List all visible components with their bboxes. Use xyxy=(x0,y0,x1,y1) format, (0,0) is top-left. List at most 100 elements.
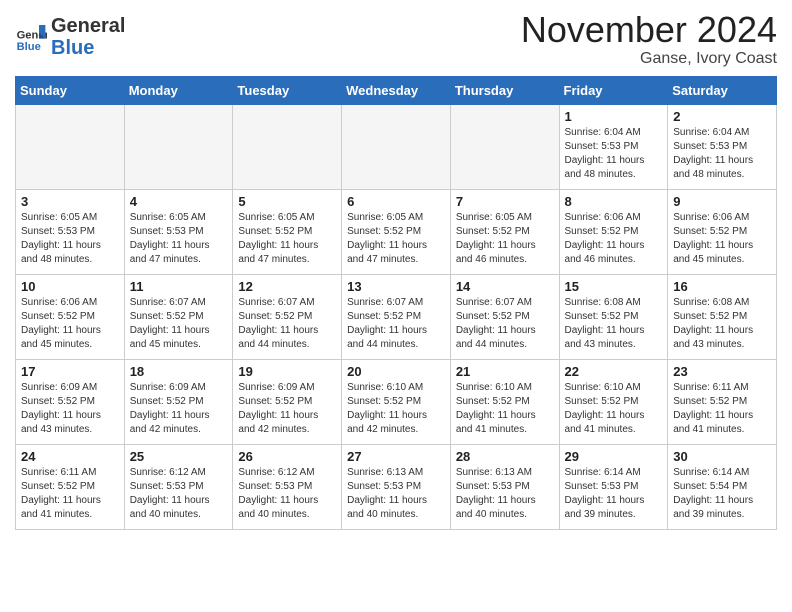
calendar-header-wednesday: Wednesday xyxy=(342,76,451,104)
day-info: Sunrise: 6:07 AM Sunset: 5:52 PM Dayligh… xyxy=(347,296,445,352)
day-number: 16 xyxy=(673,279,771,294)
day-number: 27 xyxy=(347,449,445,464)
day-info: Sunrise: 6:12 AM Sunset: 5:53 PM Dayligh… xyxy=(130,466,228,522)
calendar-cell: 30 Sunrise: 6:14 AM Sunset: 5:54 PM Dayli… xyxy=(668,444,777,529)
calendar-cell: 19Sunrise: 6:09 AM Sunset: 5:52 PM Dayli… xyxy=(233,359,342,444)
day-info: Sunrise: 6:06 AM Sunset: 5:52 PM Dayligh… xyxy=(565,211,663,267)
day-info: Sunrise: 6:13 AM Sunset: 5:53 PM Dayligh… xyxy=(347,466,445,522)
calendar-cell: 13 Sunrise: 6:07 AM Sunset: 5:52 PM Dayli… xyxy=(342,274,451,359)
logo-text: General Blue xyxy=(51,15,125,59)
calendar-cell: 15 Sunrise: 6:08 AM Sunset: 5:52 PM Dayli… xyxy=(559,274,668,359)
month-title: November 2024 xyxy=(521,10,777,50)
calendar-week-1: 3Sunrise: 6:05 AM Sunset: 5:53 PM Daylig… xyxy=(16,189,777,274)
calendar-header-row: SundayMondayTuesdayWednesdayThursdayFrid… xyxy=(16,76,777,104)
svg-text:Blue: Blue xyxy=(17,41,41,53)
calendar-cell: 2 Sunrise: 6:04 AM Sunset: 5:53 PM Daylig… xyxy=(668,104,777,189)
calendar-header-sunday: Sunday xyxy=(16,76,125,104)
day-number: 6 xyxy=(347,194,445,209)
calendar-cell: 7 Sunrise: 6:05 AM Sunset: 5:52 PM Daylig… xyxy=(450,189,559,274)
calendar-cell: 4 Sunrise: 6:05 AM Sunset: 5:53 PM Daylig… xyxy=(124,189,233,274)
day-number: 17 xyxy=(21,364,119,379)
title-area: November 2024 Ganse, Ivory Coast xyxy=(521,10,777,68)
day-info: Sunrise: 6:04 AM Sunset: 5:53 PM Dayligh… xyxy=(673,126,771,182)
day-info: Sunrise: 6:05 AM Sunset: 5:52 PM Dayligh… xyxy=(238,211,336,267)
day-number: 4 xyxy=(130,194,228,209)
day-number: 7 xyxy=(456,194,554,209)
day-number: 25 xyxy=(130,449,228,464)
day-number: 21 xyxy=(456,364,554,379)
day-info: Sunrise: 6:07 AM Sunset: 5:52 PM Dayligh… xyxy=(238,296,336,352)
day-info: Sunrise: 6:06 AM Sunset: 5:52 PM Dayligh… xyxy=(673,211,771,267)
calendar: SundayMondayTuesdayWednesdayThursdayFrid… xyxy=(15,76,777,530)
calendar-cell: 25 Sunrise: 6:12 AM Sunset: 5:53 PM Dayli… xyxy=(124,444,233,529)
calendar-header-monday: Monday xyxy=(124,76,233,104)
calendar-header-friday: Friday xyxy=(559,76,668,104)
day-info: Sunrise: 6:05 AM Sunset: 5:53 PM Dayligh… xyxy=(130,211,228,267)
calendar-cell: 21Sunrise: 6:10 AM Sunset: 5:52 PM Dayli… xyxy=(450,359,559,444)
day-info: Sunrise: 6:13 AM Sunset: 5:53 PM Dayligh… xyxy=(456,466,554,522)
day-number: 8 xyxy=(565,194,663,209)
calendar-cell: 12 Sunrise: 6:07 AM Sunset: 5:52 PM Dayli… xyxy=(233,274,342,359)
calendar-cell: 5 Sunrise: 6:05 AM Sunset: 5:52 PM Daylig… xyxy=(233,189,342,274)
calendar-cell: 24Sunrise: 6:11 AM Sunset: 5:52 PM Dayli… xyxy=(16,444,125,529)
day-number: 23 xyxy=(673,364,771,379)
calendar-header-thursday: Thursday xyxy=(450,76,559,104)
calendar-cell: 18Sunrise: 6:09 AM Sunset: 5:52 PM Dayli… xyxy=(124,359,233,444)
day-info: Sunrise: 6:08 AM Sunset: 5:52 PM Dayligh… xyxy=(565,296,663,352)
calendar-cell xyxy=(450,104,559,189)
calendar-cell: 3Sunrise: 6:05 AM Sunset: 5:53 PM Daylig… xyxy=(16,189,125,274)
page: General Blue General Blue November 2024 … xyxy=(0,0,792,545)
day-info: Sunrise: 6:10 AM Sunset: 5:52 PM Dayligh… xyxy=(565,381,663,437)
day-number: 15 xyxy=(565,279,663,294)
day-info: Sunrise: 6:11 AM Sunset: 5:52 PM Dayligh… xyxy=(21,466,119,522)
calendar-cell: 14Sunrise: 6:07 AM Sunset: 5:52 PM Dayli… xyxy=(450,274,559,359)
day-number: 14 xyxy=(456,279,554,294)
day-number: 2 xyxy=(673,109,771,124)
calendar-week-0: 1Sunrise: 6:04 AM Sunset: 5:53 PM Daylig… xyxy=(16,104,777,189)
calendar-cell: 22 Sunrise: 6:10 AM Sunset: 5:52 PM Dayli… xyxy=(559,359,668,444)
day-number: 29 xyxy=(565,449,663,464)
day-info: Sunrise: 6:09 AM Sunset: 5:52 PM Dayligh… xyxy=(130,381,228,437)
location-title: Ganse, Ivory Coast xyxy=(521,50,777,68)
calendar-cell: 20 Sunrise: 6:10 AM Sunset: 5:52 PM Dayli… xyxy=(342,359,451,444)
day-info: Sunrise: 6:06 AM Sunset: 5:52 PM Dayligh… xyxy=(21,296,119,352)
calendar-cell: 26Sunrise: 6:12 AM Sunset: 5:53 PM Dayli… xyxy=(233,444,342,529)
day-info: Sunrise: 6:14 AM Sunset: 5:54 PM Dayligh… xyxy=(673,466,771,522)
calendar-cell: 29 Sunrise: 6:14 AM Sunset: 5:53 PM Dayli… xyxy=(559,444,668,529)
logo-blue: Blue xyxy=(51,37,94,59)
calendar-cell: 27 Sunrise: 6:13 AM Sunset: 5:53 PM Dayli… xyxy=(342,444,451,529)
day-info: Sunrise: 6:05 AM Sunset: 5:52 PM Dayligh… xyxy=(456,211,554,267)
calendar-cell: 11Sunrise: 6:07 AM Sunset: 5:52 PM Dayli… xyxy=(124,274,233,359)
calendar-week-2: 10 Sunrise: 6:06 AM Sunset: 5:52 PM Dayli… xyxy=(16,274,777,359)
day-info: Sunrise: 6:05 AM Sunset: 5:53 PM Dayligh… xyxy=(21,211,119,267)
calendar-week-3: 17 Sunrise: 6:09 AM Sunset: 5:52 PM Dayli… xyxy=(16,359,777,444)
day-number: 12 xyxy=(238,279,336,294)
logo-general: General xyxy=(51,15,125,37)
header: General Blue General Blue November 2024 … xyxy=(15,10,777,68)
day-info: Sunrise: 6:05 AM Sunset: 5:52 PM Dayligh… xyxy=(347,211,445,267)
calendar-cell xyxy=(16,104,125,189)
day-number: 22 xyxy=(565,364,663,379)
calendar-cell: 8 Sunrise: 6:06 AM Sunset: 5:52 PM Daylig… xyxy=(559,189,668,274)
day-number: 9 xyxy=(673,194,771,209)
day-number: 10 xyxy=(21,279,119,294)
day-info: Sunrise: 6:08 AM Sunset: 5:52 PM Dayligh… xyxy=(673,296,771,352)
calendar-cell xyxy=(233,104,342,189)
calendar-cell: 1Sunrise: 6:04 AM Sunset: 5:53 PM Daylig… xyxy=(559,104,668,189)
day-number: 30 xyxy=(673,449,771,464)
day-number: 13 xyxy=(347,279,445,294)
day-info: Sunrise: 6:04 AM Sunset: 5:53 PM Dayligh… xyxy=(565,126,663,182)
day-number: 11 xyxy=(130,279,228,294)
day-info: Sunrise: 6:10 AM Sunset: 5:52 PM Dayligh… xyxy=(347,381,445,437)
day-number: 5 xyxy=(238,194,336,209)
day-number: 20 xyxy=(347,364,445,379)
day-info: Sunrise: 6:11 AM Sunset: 5:52 PM Dayligh… xyxy=(673,381,771,437)
calendar-cell: 6 Sunrise: 6:05 AM Sunset: 5:52 PM Daylig… xyxy=(342,189,451,274)
calendar-header-saturday: Saturday xyxy=(668,76,777,104)
calendar-week-4: 24Sunrise: 6:11 AM Sunset: 5:52 PM Dayli… xyxy=(16,444,777,529)
day-info: Sunrise: 6:14 AM Sunset: 5:53 PM Dayligh… xyxy=(565,466,663,522)
day-number: 26 xyxy=(238,449,336,464)
calendar-cell xyxy=(342,104,451,189)
calendar-cell: 9 Sunrise: 6:06 AM Sunset: 5:52 PM Daylig… xyxy=(668,189,777,274)
logo-icon: General Blue xyxy=(15,21,47,53)
